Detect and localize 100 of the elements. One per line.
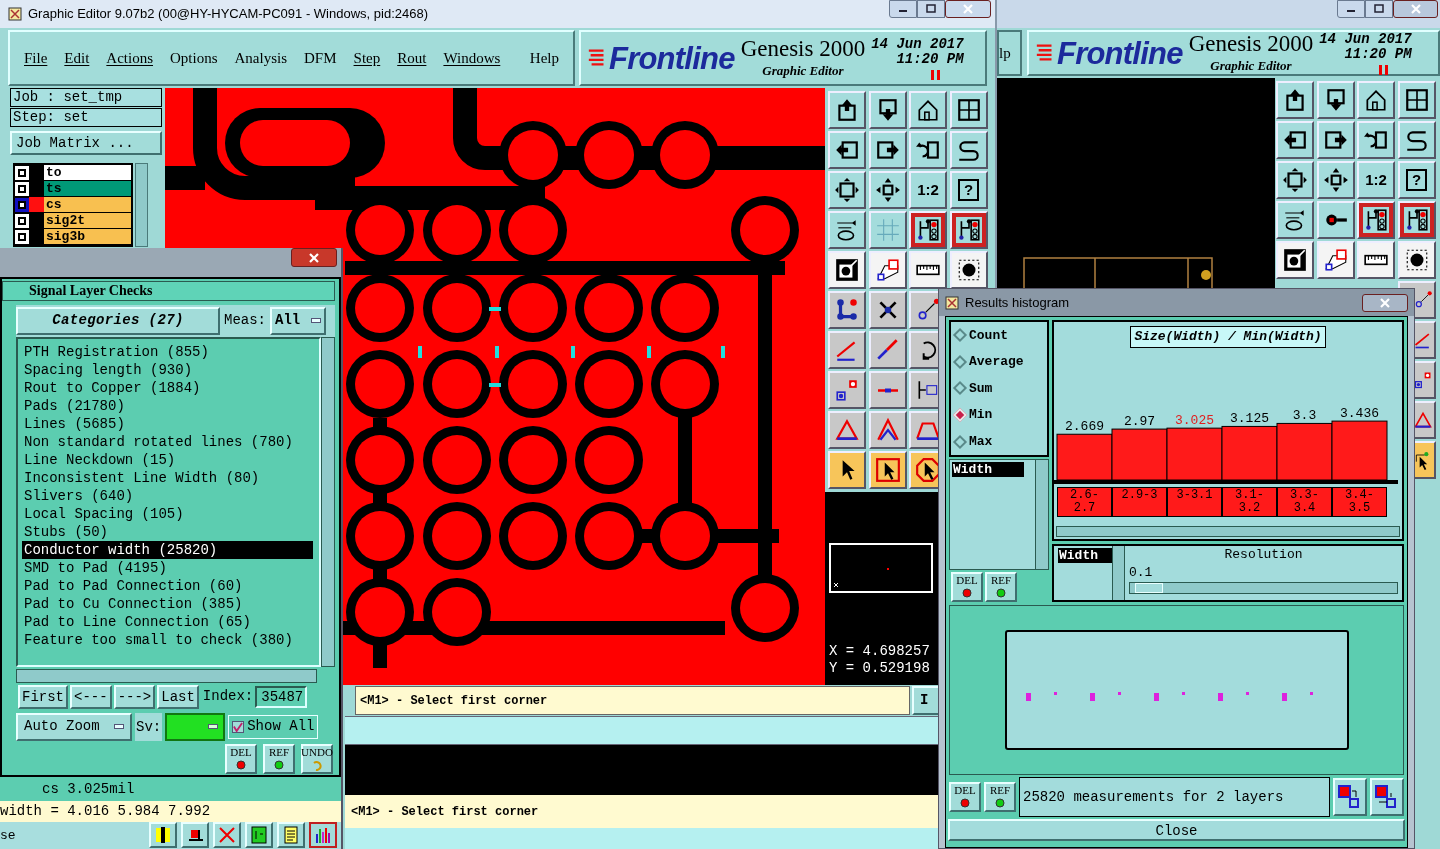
- scrollbar[interactable]: [321, 336, 335, 667]
- list-item[interactable]: Pad to Pad Connection (60): [22, 576, 313, 595]
- checkbox[interactable]: [232, 720, 245, 733]
- toolbar-button[interactable]: REF: [984, 782, 1016, 812]
- list-item[interactable]: Pad to Cu Connection (385): [22, 594, 313, 613]
- index-label: Index:: [202, 687, 254, 707]
- nav-button[interactable]: <---: [70, 684, 112, 709]
- list-item[interactable]: Slivers (640): [22, 486, 313, 505]
- layer-item[interactable]: to: [29, 165, 131, 180]
- index-field[interactable]: 35487: [255, 685, 308, 708]
- menu-item[interactable]: Rout: [397, 46, 427, 70]
- meas-label: Meas:: [224, 311, 266, 331]
- scale-button[interactable]: 1:2: [1357, 161, 1395, 199]
- scrollbar[interactable]: [1035, 459, 1048, 569]
- radio-option[interactable]: Average: [955, 352, 1047, 372]
- histogram-bar[interactable]: [1166, 427, 1223, 480]
- product-name: Genesis 2000: [1188, 31, 1314, 57]
- menu-item[interactable]: Actions: [106, 46, 153, 70]
- scrollbar[interactable]: [16, 668, 317, 683]
- sv-label: Sv:: [135, 712, 163, 741]
- list-item[interactable]: Pad to Line Connection (65): [22, 612, 313, 631]
- toolbar-button[interactable]: [309, 822, 337, 849]
- layer-item[interactable]: cs: [29, 197, 131, 212]
- radio-option[interactable]: Max: [955, 431, 1047, 452]
- menu-item[interactable]: File: [24, 46, 48, 70]
- job-field: Job : set_tmp: [10, 88, 162, 107]
- scrollbar[interactable]: [135, 163, 148, 247]
- histogram-bar[interactable]: [1221, 425, 1278, 480]
- scale-button[interactable]: 1:2: [909, 171, 947, 209]
- toolbar-button[interactable]: DEL: [949, 782, 981, 812]
- toolbar-button[interactable]: REF: [263, 743, 295, 774]
- radio-option[interactable]: Min: [955, 405, 1047, 425]
- list-item[interactable]: Conductor width (25820): [22, 540, 313, 559]
- circuit-icon: [915, 217, 941, 243]
- maximize-icon: [926, 4, 936, 14]
- help-button[interactable]: ?: [1397, 161, 1436, 199]
- radio-option[interactable]: Count: [955, 325, 1047, 346]
- list-item[interactable]: Local Spacing (105): [22, 504, 313, 523]
- toolbar-button[interactable]: DEL: [951, 572, 983, 602]
- measurement-values: width = 4.016 5.984 7.992: [0, 800, 341, 822]
- list-item[interactable]: PTH Registration (855): [22, 342, 313, 361]
- list-item[interactable]: Width: [1058, 548, 1112, 564]
- histogram-bar[interactable]: [1111, 428, 1168, 480]
- nav-button[interactable]: Last: [157, 684, 199, 709]
- list-item[interactable]: Rout to Copper (1884): [22, 378, 313, 397]
- x-coordinate: X = 4.698257: [829, 643, 931, 660]
- layer-item[interactable]: ts: [29, 181, 131, 196]
- slider-thumb[interactable]: [1134, 583, 1163, 594]
- menu-item[interactable]: Help: [529, 46, 559, 70]
- category-label: 3.1-3.2: [1222, 486, 1277, 517]
- toolbar-button[interactable]: REF: [985, 572, 1017, 602]
- menu-item[interactable]: Edit: [64, 46, 90, 70]
- close-button[interactable]: [291, 248, 337, 267]
- close-button[interactable]: [1393, 0, 1438, 18]
- layer-item[interactable]: sig3b: [29, 229, 131, 244]
- list-item[interactable]: Feature too small to check (380): [22, 630, 313, 649]
- list-item[interactable]: SMD to Pad (4195): [22, 558, 313, 577]
- dropdown-indicator-icon: [311, 318, 321, 324]
- nav-button[interactable]: First: [18, 684, 68, 709]
- plot-point: [1309, 692, 1313, 695]
- list-item[interactable]: Pads (21780): [22, 396, 313, 415]
- list-item[interactable]: Lines (5685): [22, 414, 313, 433]
- window-title: Results histogram: [965, 293, 1070, 312]
- scrollbar[interactable]: [1056, 526, 1400, 538]
- list-item[interactable]: Inconsistent Line Width (80): [22, 468, 313, 487]
- toolbar-button[interactable]: DEL: [225, 743, 257, 774]
- job-matrix-button[interactable]: Job Matrix ...: [10, 131, 162, 155]
- list-item[interactable]: Width: [952, 461, 1024, 477]
- product-subtitle: Graphic Editor: [762, 62, 844, 80]
- meas-dropdown[interactable]: All: [270, 306, 326, 335]
- slider-track[interactable]: [1129, 582, 1398, 595]
- menu-item[interactable]: Options: [170, 46, 218, 70]
- close-button[interactable]: [945, 0, 991, 18]
- menu-item[interactable]: Step: [353, 46, 381, 70]
- menu-item[interactable]: Analysis: [234, 46, 288, 70]
- histogram-bar[interactable]: [1056, 433, 1113, 480]
- zoom-dropdown[interactable]: Auto Zoom: [16, 712, 132, 741]
- sv-dropdown[interactable]: [165, 712, 226, 741]
- menu-item[interactable]: DFM: [304, 46, 337, 70]
- layer-item[interactable]: sig2t: [29, 213, 131, 228]
- maximize-button[interactable]: [1365, 0, 1393, 18]
- help-button[interactable]: ?: [949, 171, 988, 209]
- close-button[interactable]: [1362, 293, 1408, 312]
- minimize-button[interactable]: [889, 0, 917, 18]
- histogram-bar[interactable]: [1331, 420, 1388, 480]
- show-all-checkbox[interactable]: Show All: [228, 714, 319, 739]
- list-item[interactable]: Line Neckdown (15): [22, 450, 313, 469]
- list-item[interactable]: Non standard rotated lines (780): [22, 432, 313, 451]
- radio-option[interactable]: Sum: [955, 378, 1047, 399]
- minimize-button[interactable]: [1337, 0, 1365, 18]
- nav-button[interactable]: --->: [113, 684, 156, 709]
- histogram-bar[interactable]: [1276, 422, 1333, 480]
- close-button[interactable]: Close: [948, 819, 1405, 841]
- toolbar-button[interactable]: UNDO: [301, 743, 333, 774]
- list-item[interactable]: Stubs (50): [22, 522, 313, 541]
- scrollbar[interactable]: [1112, 546, 1125, 600]
- categories-button[interactable]: Categories (27): [16, 306, 220, 335]
- menu-item[interactable]: Windows: [443, 46, 501, 70]
- list-item[interactable]: Spacing length (930): [22, 360, 313, 379]
- maximize-button[interactable]: [917, 0, 945, 18]
